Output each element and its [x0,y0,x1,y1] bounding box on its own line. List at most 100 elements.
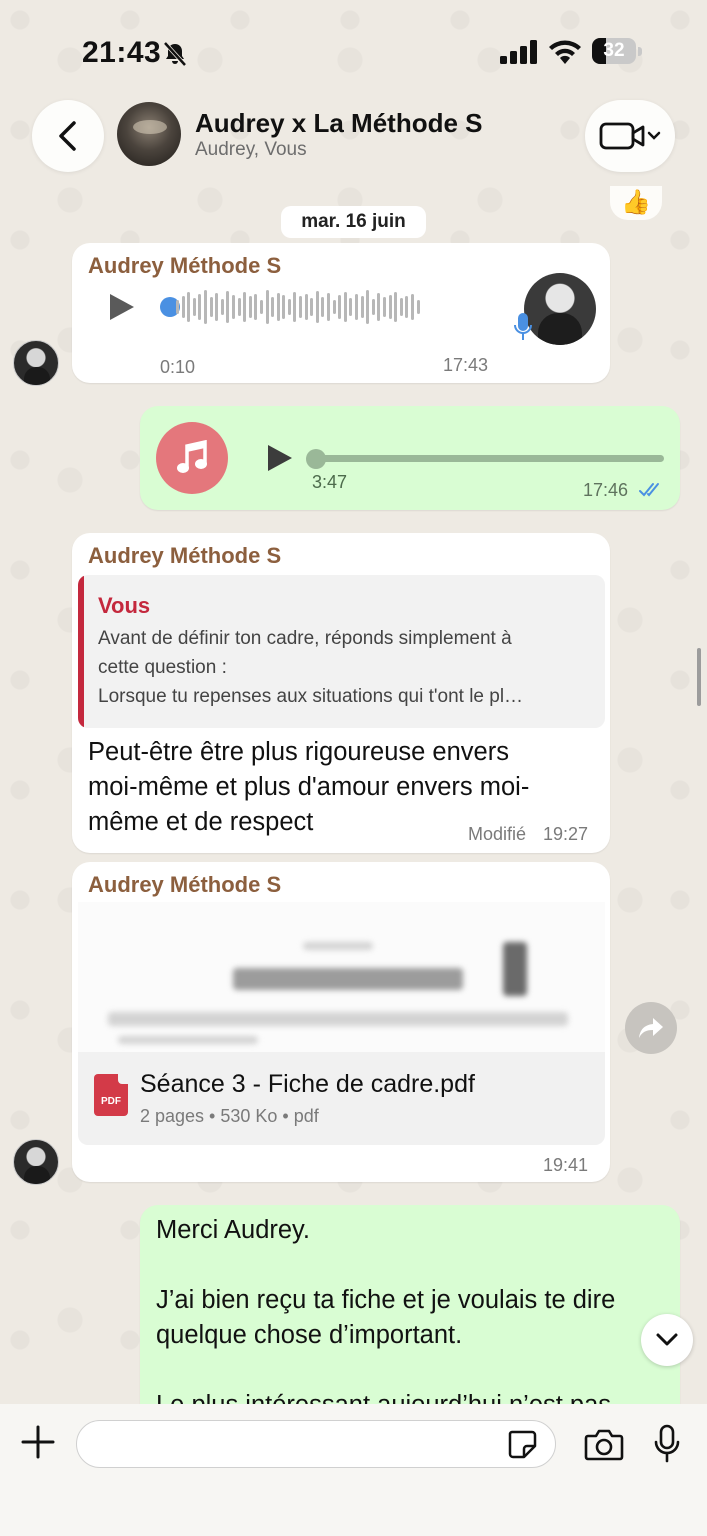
waveform-bar [299,296,303,318]
document-preview[interactable] [78,902,605,1052]
voice-waveform[interactable] [176,287,420,327]
bell-off-icon [163,41,187,67]
document-message-bubble[interactable]: Audrey Méthode S PDF Séance 3 - Fiche de… [72,862,610,1182]
waveform-bar [332,300,336,314]
waveform-bar [215,293,219,321]
read-receipt-icon [639,483,659,497]
reply-message-bubble[interactable]: Audrey Méthode S Vous Avant de définir t… [72,533,610,853]
document-filename: Séance 3 - Fiche de cadre.pdf [140,1070,475,1098]
waveform-bar [243,292,247,322]
forward-button[interactable] [625,1002,677,1054]
message-text-line: J’ai bien reçu ta fiche et je voulais te… [156,1286,616,1314]
outgoing-text-bubble[interactable]: Merci Audrey. J’ai bien reçu ta fiche et… [140,1205,680,1419]
waveform-bar [282,295,286,319]
waveform-bar [254,294,258,320]
message-text-line: Peut-être être plus rigoureuse envers [88,738,509,766]
group-avatar[interactable] [117,102,181,166]
status-bar: 21:43 32 [0,0,707,100]
video-camera-icon [599,122,661,150]
audio-progress-knob[interactable] [306,449,326,469]
home-indicator [220,1510,486,1520]
document-details: 2 pages • 530 Ko • pdf [140,1106,319,1126]
reaction-thumbs-up[interactable]: 👍 [610,186,662,220]
voice-sender-avatar [524,273,596,345]
chevron-down-icon [656,1333,678,1346]
waveform-bar [360,296,364,318]
music-file-icon [156,422,228,494]
message-text-line: Merci Audrey. [156,1216,310,1244]
waveform-bar [276,293,280,321]
play-icon[interactable] [268,445,292,471]
waveform-bar [226,291,230,323]
chat-title[interactable]: Audrey x La Méthode S [195,108,483,139]
waveform-bar [343,292,347,322]
scroll-to-bottom-button[interactable] [641,1314,693,1366]
waveform-bar [265,290,269,324]
sender-avatar[interactable] [13,340,59,386]
chevron-left-icon [59,121,76,151]
scroll-indicator[interactable] [697,648,701,706]
audio-message-bubble[interactable]: 3:47 17:46 [140,406,680,510]
pdf-file-icon: PDF [94,1074,128,1116]
message-time: 17:46 [583,480,629,500]
quoted-text-line: Avant de définir ton cadre, réponds simp… [98,628,512,649]
waveform-bar [366,290,370,324]
plus-icon[interactable] [20,1424,56,1460]
quote-accent-bar [78,575,84,728]
play-icon[interactable] [110,294,134,320]
mic-icon [514,313,532,340]
waveform-bar [377,293,381,321]
chat-participants[interactable]: Audrey, Vous [195,139,307,161]
status-time: 21:43 [82,36,162,69]
audio-duration: 3:47 [312,472,348,492]
waveform-bar [287,299,291,315]
waveform-bar [304,294,308,320]
wifi-icon [549,40,581,64]
waveform-bar [405,296,409,318]
message-input[interactable] [76,1420,556,1468]
sender-name: Audrey Méthode S [88,872,282,897]
voice-message-bubble[interactable]: Audrey Méthode S 0:10 17:43 [72,243,610,383]
back-button[interactable] [32,100,104,172]
waveform-bar [248,296,252,318]
message-text-line: moi-même et plus d'amour envers moi- [88,773,530,801]
message-text-line: quelque chose d’important. [156,1321,463,1349]
waveform-bar [187,292,191,322]
message-time: 19:27 [543,824,589,844]
sender-name: Audrey Méthode S [88,253,282,278]
waveform-bar [259,300,263,314]
waveform-bar [388,295,392,319]
video-call-button[interactable] [585,100,675,172]
camera-icon[interactable] [584,1426,624,1462]
waveform-bar [371,299,375,315]
waveform-bar [410,294,414,320]
document-info-panel[interactable]: PDF Séance 3 - Fiche de cadre.pdf 2 page… [78,1052,605,1145]
waveform-bar [231,295,235,319]
waveform-bar [327,293,331,321]
microphone-icon[interactable] [652,1424,682,1464]
waveform-bar [355,294,358,320]
waveform-bar [310,298,314,316]
waveform-bar [349,298,353,316]
waveform-bar [382,297,386,317]
waveform-bar [315,291,319,323]
audio-progress-track[interactable] [310,455,664,462]
edited-label: Modifié [468,824,527,844]
waveform-bar [237,298,241,316]
waveform-bar [416,300,420,314]
waveform-bar [203,290,207,324]
waveform-bar [220,299,224,315]
waveform-bar [399,298,403,316]
message-time: 19:41 [543,1155,589,1175]
sticker-icon[interactable] [506,1428,538,1460]
waveform-bar [338,295,342,319]
message-time: 17:43 [443,355,489,375]
waveform-bar [198,294,202,320]
message-text-line: même et de respect [88,808,314,836]
voice-duration: 0:10 [160,357,196,377]
waveform-bar [271,297,275,317]
waveform-bar [209,297,213,317]
sender-avatar[interactable] [13,1139,59,1185]
waveform-bar [181,296,185,318]
quoted-message[interactable]: Vous Avant de définir ton cadre, réponds… [78,575,605,728]
